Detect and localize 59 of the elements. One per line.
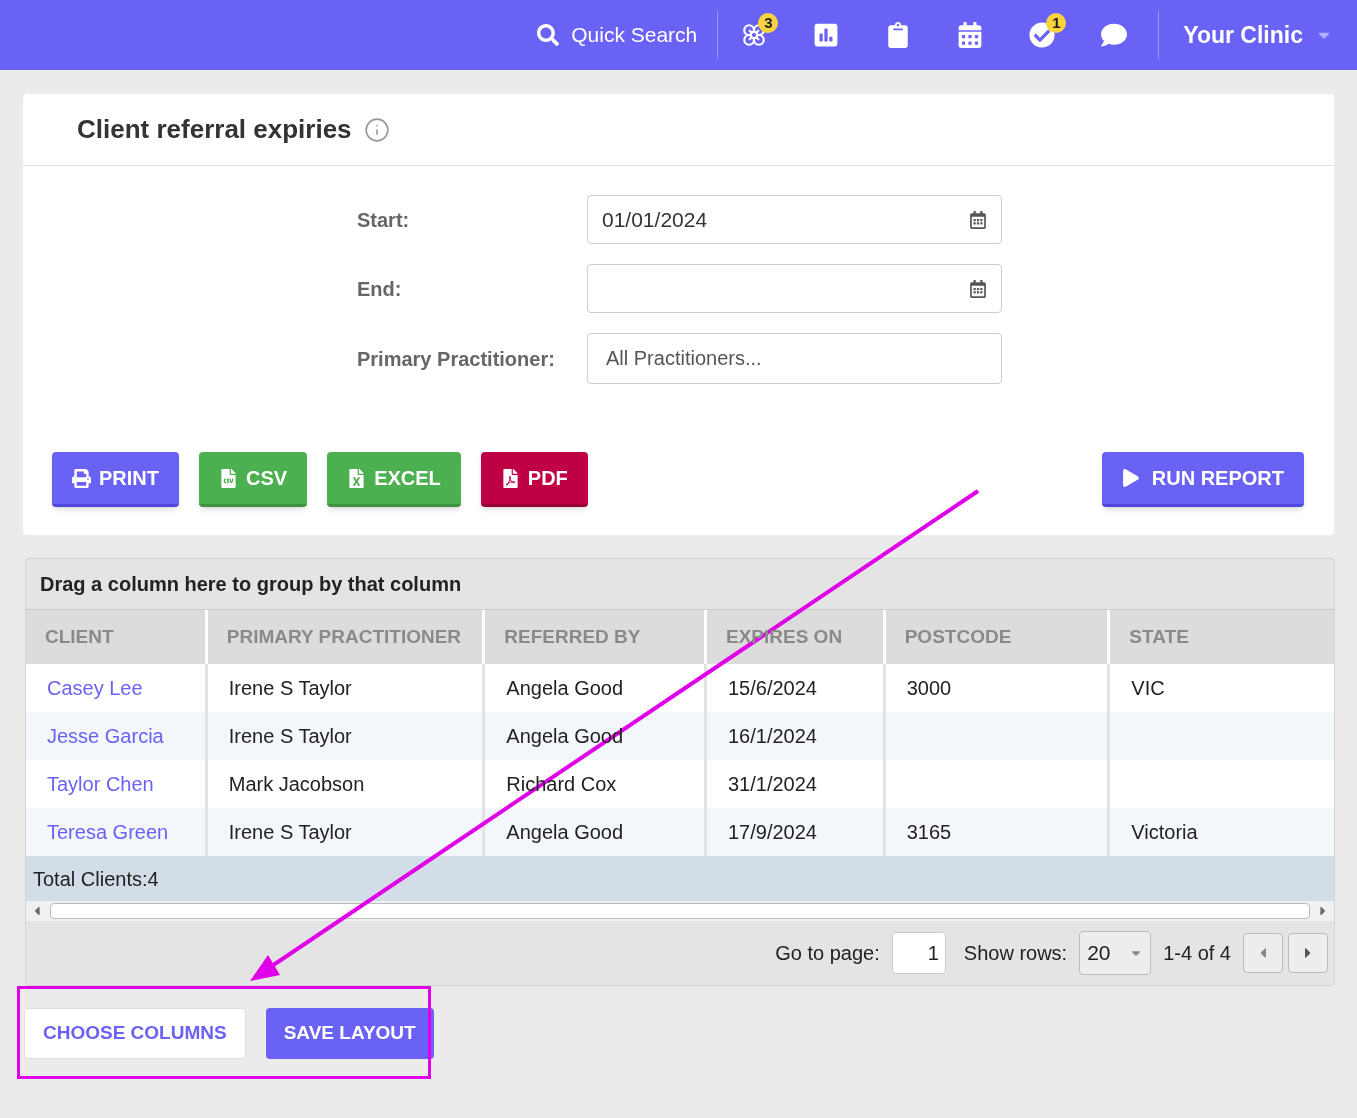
- notification-badge: 3: [758, 13, 779, 33]
- page-number-field[interactable]: 1: [891, 932, 946, 974]
- client-link[interactable]: Jesse Garcia: [47, 721, 164, 751]
- notification-badge: 1: [1046, 13, 1067, 33]
- table-cell-text: Victoria: [1131, 820, 1198, 845]
- excel-file-icon: [347, 468, 367, 488]
- filter-label: Start:: [356, 207, 411, 233]
- filter-label: End:: [356, 276, 403, 302]
- table-cell-text: Angela Good: [506, 676, 624, 701]
- table-cell-text: 16/1/2024: [727, 724, 817, 749]
- table-cell-text: 15/6/2024: [727, 676, 817, 701]
- date-field[interactable]: [587, 264, 1002, 313]
- pdf-file-icon: [500, 468, 520, 488]
- page-range: 1-4 of 4: [1163, 941, 1231, 966]
- calendar-icon: [957, 22, 984, 48]
- date-field[interactable]: 01/01/2024: [587, 195, 1002, 244]
- play-icon: [1121, 469, 1140, 487]
- table-cell-text: 17/9/2024: [727, 820, 817, 845]
- table-cell-text: Irene S Taylor: [228, 724, 352, 749]
- export-button[interactable]: PRINT: [52, 452, 179, 507]
- choose-columns-button[interactable]: CHOOSE COLUMNS: [24, 1008, 246, 1059]
- quick-search-button[interactable]: Quick Search: [537, 19, 718, 51]
- filter-label: Primary Practitioner:: [356, 346, 556, 372]
- network-button[interactable]: 3: [718, 10, 791, 60]
- rows-per-page-dropdown[interactable]: 20: [1079, 931, 1152, 975]
- table-cell-text: VIC: [1131, 676, 1165, 701]
- chart-icon: [813, 22, 840, 48]
- show-rows-label: Show rows:: [963, 941, 1068, 966]
- client-link[interactable]: Casey Lee: [47, 673, 143, 703]
- client-link[interactable]: Teresa Green: [47, 817, 169, 847]
- practitioner-field[interactable]: All Practitioners...: [587, 333, 1002, 384]
- column-header[interactable]: STATE: [1110, 610, 1334, 664]
- go-to-page-label: Go to page:: [775, 941, 880, 966]
- info-icon[interactable]: [363, 116, 390, 143]
- total-clients: Total Clients:4: [33, 866, 159, 892]
- table-cell-text: Irene S Taylor: [228, 820, 352, 845]
- export-button[interactable]: CSV: [199, 452, 308, 507]
- table-cell-text: 3000: [906, 676, 952, 701]
- client-link[interactable]: Taylor Chen: [47, 769, 154, 799]
- csv-file-icon: [219, 468, 238, 488]
- calendar-icon: [969, 210, 987, 229]
- run-report-button[interactable]: RUN REPORT: [1101, 452, 1304, 507]
- clinic-menu[interactable]: Your Clinic: [1159, 17, 1333, 53]
- export-button[interactable]: EXCEL: [327, 452, 461, 507]
- chat-icon: [1101, 22, 1128, 48]
- table-cell-text: Irene S Taylor: [228, 676, 352, 701]
- report-title: Client referral expiries: [77, 113, 352, 146]
- printer-icon: [72, 468, 91, 488]
- search-icon: [537, 24, 560, 46]
- table-cell-text: 31/1/2024: [727, 772, 817, 797]
- check-circle-button[interactable]: 1: [1006, 10, 1079, 60]
- save-layout-button[interactable]: SAVE LAYOUT: [265, 1008, 434, 1059]
- table-cell-text: Mark Jacobson: [228, 772, 365, 797]
- table-cell-text: Angela Good: [506, 820, 624, 845]
- export-button[interactable]: PDF: [480, 452, 588, 507]
- calendar-icon: [969, 279, 987, 298]
- group-by-hint: Drag a column here to group by that column: [40, 572, 462, 597]
- table-cell-text: 3165: [906, 820, 952, 845]
- horizontal-scrollbar[interactable]: [26, 901, 1334, 921]
